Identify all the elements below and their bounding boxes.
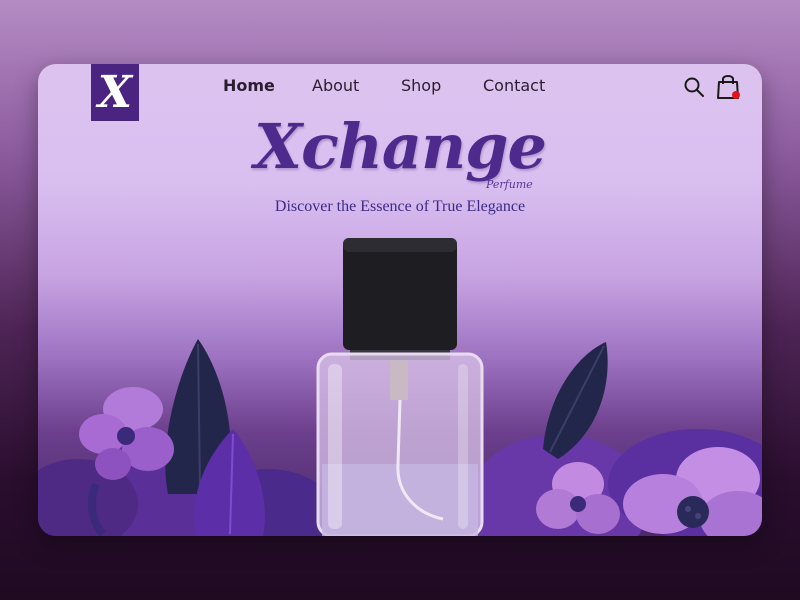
hero-brand-title: Xchange: [254, 110, 547, 183]
nav-home[interactable]: Home: [223, 76, 275, 95]
nav-shop[interactable]: Shop: [401, 76, 441, 95]
nav-contact[interactable]: Contact: [483, 76, 545, 95]
bottle-cap: [343, 238, 457, 350]
shopping-bag-icon[interactable]: [716, 72, 742, 100]
hero-brand-subtitle: Perfume: [486, 178, 533, 191]
perfume-bottle: [316, 238, 484, 536]
hero-tagline: Discover the Essence of True Elegance: [274, 198, 526, 215]
nav-about[interactable]: About: [312, 76, 359, 95]
main-nav: Home About Shop Contact: [38, 64, 762, 110]
search-icon[interactable]: [683, 76, 705, 98]
cart-notification-dot: [732, 91, 740, 99]
hero-card: X Home About Shop Contact Xchange Perfum…: [38, 64, 762, 536]
